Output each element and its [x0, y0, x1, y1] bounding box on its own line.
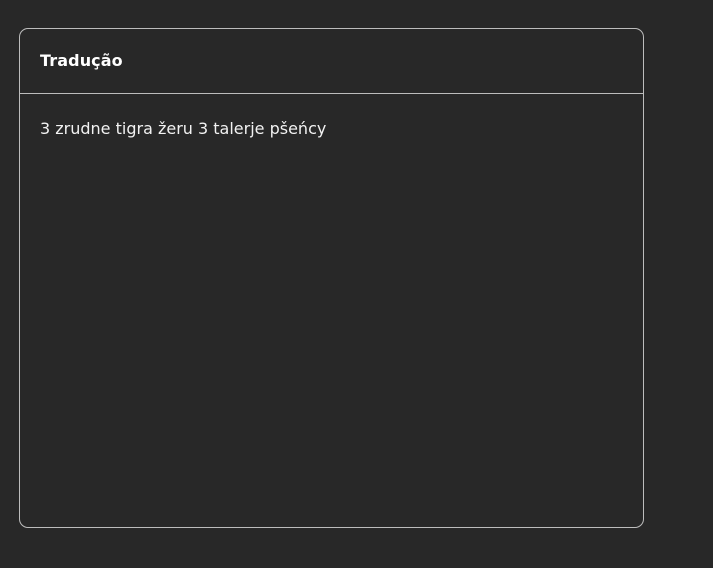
translation-panel: Tradução 3 zrudne tigra žeru 3 talerje p… [19, 28, 644, 528]
panel-header: Tradução [20, 29, 643, 94]
panel-body: 3 zrudne tigra žeru 3 talerje pšeńcy [20, 94, 643, 140]
translation-text: 3 zrudne tigra žeru 3 talerje pšeńcy [40, 119, 327, 138]
panel-title: Tradução [40, 50, 123, 70]
